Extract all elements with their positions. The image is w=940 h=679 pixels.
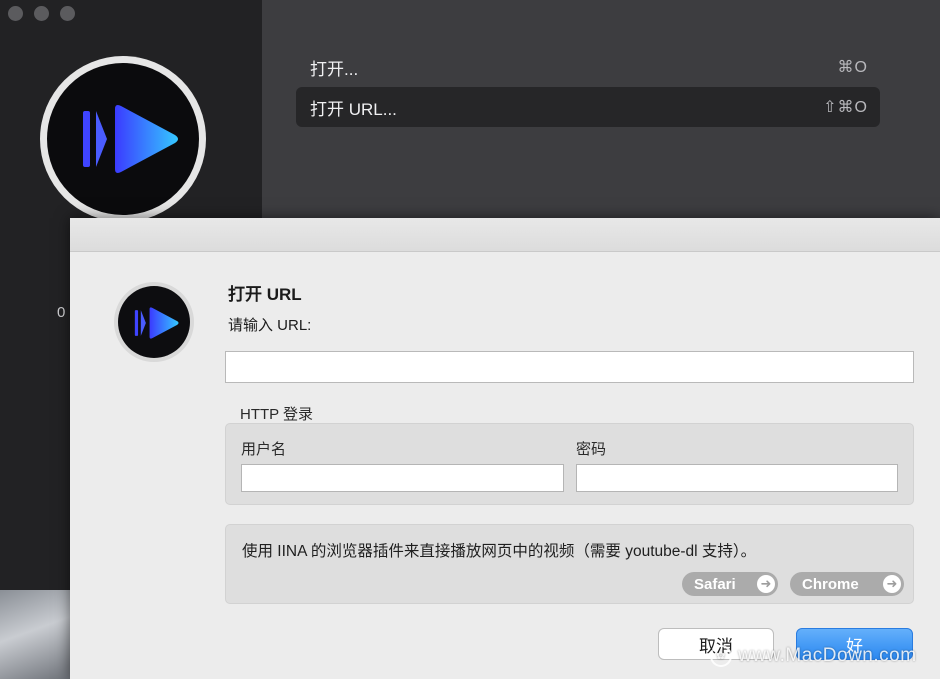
browser-plugin-panel: 使用 IINA 的浏览器插件来直接播放网页中的视频（需要 youtube-dl … [225, 524, 914, 604]
http-login-label: HTTP 登录 [240, 406, 314, 423]
password-field[interactable] [576, 464, 898, 492]
safari-extension-button[interactable]: Safari ➜ [682, 572, 778, 596]
iina-app-icon [114, 282, 194, 362]
username-field[interactable] [241, 464, 564, 492]
watermark-text: www.MacDown.com [738, 645, 917, 666]
watermark: ✿ www.MacDown.com [710, 645, 917, 667]
version-text: 0 [57, 304, 66, 321]
zoom-window-button[interactable] [60, 6, 75, 21]
username-label: 用户名 [241, 441, 287, 458]
url-prompt-label: 请输入 URL: [228, 317, 312, 334]
menu-item-open-url[interactable]: 打开 URL... ⇧⌘O [296, 87, 880, 127]
url-input[interactable] [225, 351, 914, 383]
open-url-dialog: 打开 URL 请输入 URL: HTTP 登录 用户名 密码 使用 IINA 的… [70, 218, 940, 679]
menu-item-shortcut: ⌘O [837, 59, 868, 76]
dialog-title-bar [70, 218, 940, 252]
menu-item-open[interactable]: 打开... ⌘O [296, 47, 880, 87]
close-window-button[interactable] [8, 6, 23, 21]
watermark-logo-icon: ✿ [710, 645, 732, 667]
minimize-window-button[interactable] [34, 6, 49, 21]
chrome-extension-button[interactable]: Chrome ➜ [790, 572, 904, 596]
arrow-right-icon: ➜ [757, 575, 775, 593]
http-login-group: 用户名 密码 [225, 423, 914, 505]
dialog-title: 打开 URL [228, 285, 302, 304]
window-controls [8, 6, 75, 21]
menu-item-label: 打开 URL... [310, 99, 397, 119]
arrow-right-icon: ➜ [883, 575, 901, 593]
safari-label: Safari [694, 575, 736, 593]
recent-thumbnail [0, 590, 75, 679]
iina-logo-icon [40, 56, 206, 222]
plugin-description: 使用 IINA 的浏览器插件来直接播放网页中的视频（需要 youtube-dl … [242, 543, 757, 560]
menu-item-shortcut: ⇧⌘O [823, 99, 868, 116]
password-label: 密码 [576, 441, 607, 458]
menu-item-label: 打开... [310, 59, 359, 79]
chrome-label: Chrome [802, 575, 859, 593]
